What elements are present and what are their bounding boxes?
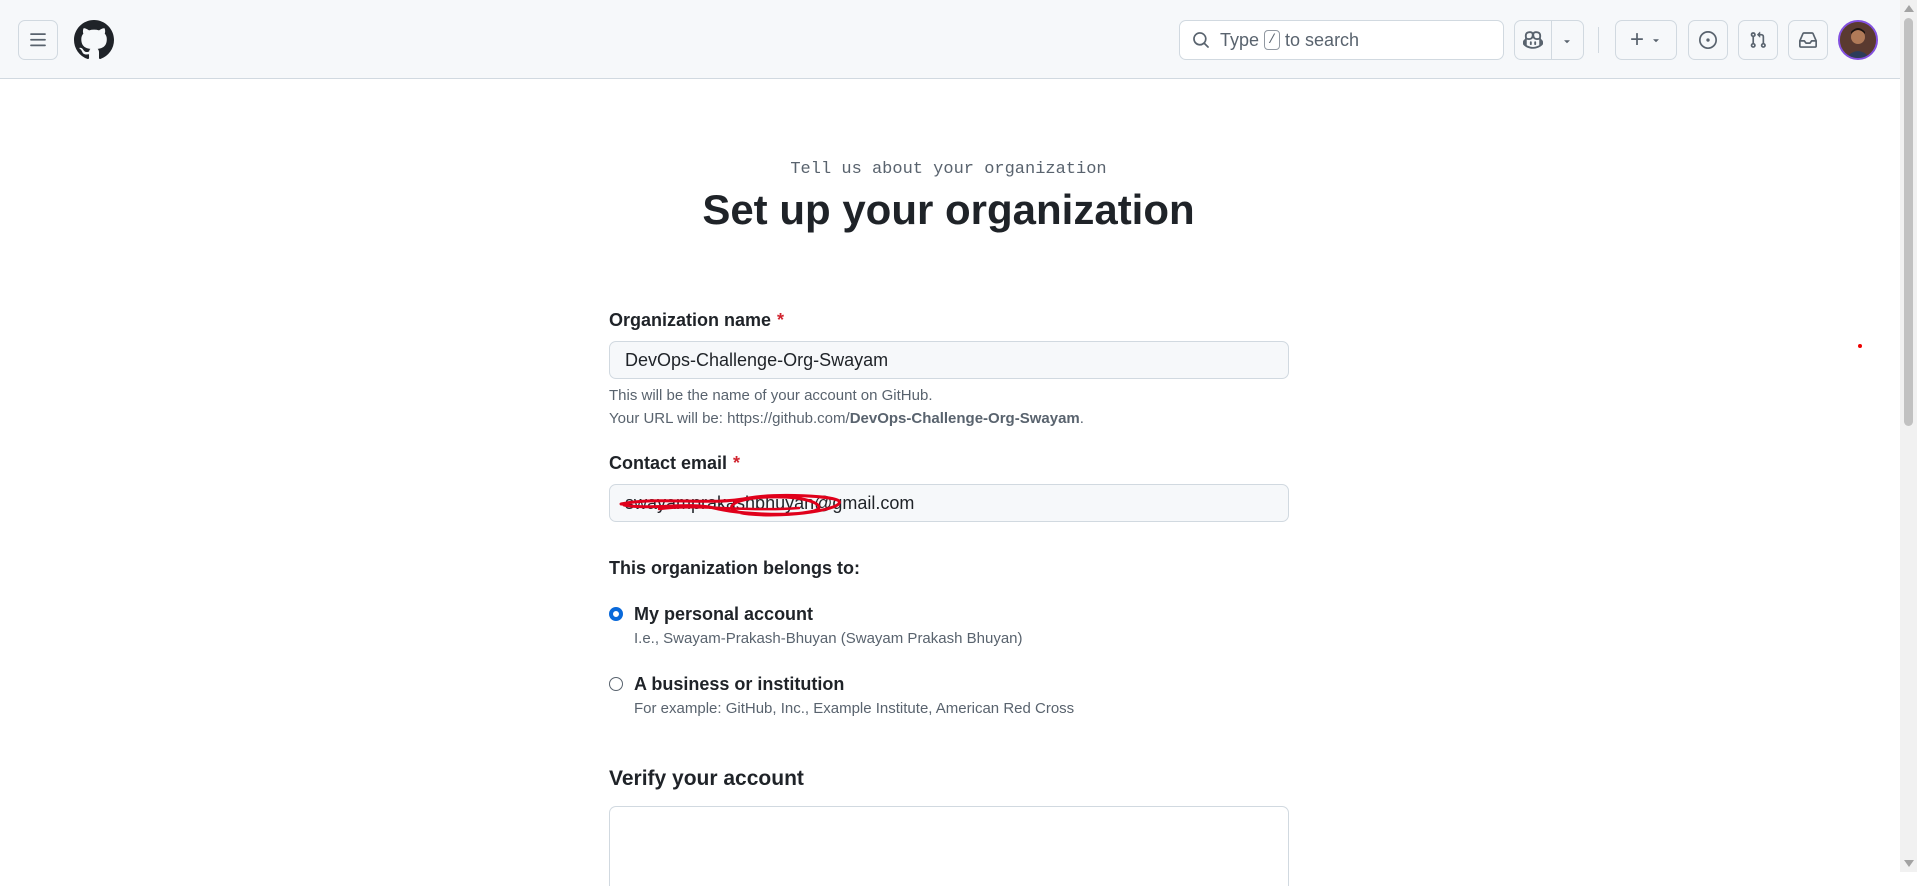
belongs-to-label: This organization belongs to:: [609, 558, 860, 578]
url-prefix: Your URL will be: https://github.com/: [609, 410, 850, 427]
search-shortcut-key: /: [1264, 30, 1281, 50]
plus-icon: +: [1629, 26, 1644, 53]
contact-email-wrapper: [609, 484, 1289, 522]
option-business[interactable]: A business or institution For example: G…: [609, 674, 1289, 717]
scroll-thumb[interactable]: [1904, 18, 1913, 426]
required-mark: *: [777, 310, 785, 330]
url-org-name: DevOps-Challenge-Org-Swayam: [849, 410, 1080, 427]
org-name-label: Organization name *: [609, 310, 1289, 331]
contact-email-label: Contact email *: [609, 453, 1289, 474]
cursor-dot: [1858, 344, 1862, 348]
user-avatar[interactable]: [1838, 20, 1878, 60]
header-divider: [1598, 27, 1599, 53]
page-subtitle: Tell us about your organization: [790, 160, 1107, 179]
search-suffix: to search: [1285, 29, 1360, 50]
inbox-icon: [1799, 32, 1817, 48]
pull-requests-button[interactable]: [1738, 20, 1778, 60]
contact-email-label-text: Contact email: [609, 453, 728, 473]
org-name-input[interactable]: [609, 341, 1289, 379]
page-scrollbar[interactable]: [1900, 0, 1917, 872]
copilot-icon: [1523, 31, 1543, 49]
organization-setup-form: Organization name* This will be the name…: [609, 310, 1289, 886]
triangle-down-icon[interactable]: [1561, 35, 1573, 47]
org-name-label-text: Organization name: [609, 310, 772, 330]
verify-account-captcha-frame[interactable]: [609, 806, 1289, 886]
option-business-label: A business or institution: [634, 674, 845, 694]
scroll-up-arrow[interactable]: [1904, 5, 1914, 12]
notifications-button[interactable]: [1788, 20, 1828, 60]
page-title: Set up your organization: [702, 186, 1195, 233]
open-global-navigation-button[interactable]: [18, 20, 58, 60]
search-input[interactable]: Type / to search: [1179, 20, 1504, 60]
radio-personal-account[interactable]: [609, 607, 623, 621]
search-prefix: Type: [1220, 29, 1260, 50]
verify-account-title: Verify your account: [609, 767, 804, 790]
issue-opened-icon: [1699, 31, 1717, 49]
issues-button[interactable]: [1688, 20, 1728, 60]
avatar-portrait: [1840, 22, 1876, 58]
scroll-down-arrow[interactable]: [1904, 860, 1914, 867]
git-pull-request-icon: [1750, 31, 1766, 48]
copilot-divider: [1551, 21, 1552, 59]
radio-business[interactable]: [609, 677, 623, 691]
triangle-down-icon: [1653, 39, 1659, 43]
option-personal-description: I.e., Swayam-Prakash-Bhuyan (Swayam Prak…: [634, 630, 1023, 647]
search-icon: [1193, 32, 1209, 48]
github-mark-icon: [74, 20, 114, 60]
required-mark: *: [733, 453, 741, 473]
org-name-hint: This will be the name of your account on…: [609, 387, 933, 404]
github-home-link[interactable]: [74, 20, 114, 60]
global-header: Type / to search +: [0, 0, 1900, 79]
create-new-button[interactable]: +: [1615, 20, 1677, 60]
copilot-button[interactable]: [1514, 20, 1584, 60]
option-business-description: For example: GitHub, Inc., Example Insti…: [634, 700, 1075, 717]
redaction-scribble: [619, 493, 841, 517]
option-personal-account[interactable]: My personal account I.e., Swayam-Prakash…: [609, 604, 1289, 647]
hamburger-icon: [30, 33, 46, 47]
url-suffix: .: [1079, 410, 1084, 427]
org-url-hint: Your URL will be: https://github.com/Dev…: [609, 407, 1289, 430]
option-personal-label: My personal account: [634, 604, 814, 624]
